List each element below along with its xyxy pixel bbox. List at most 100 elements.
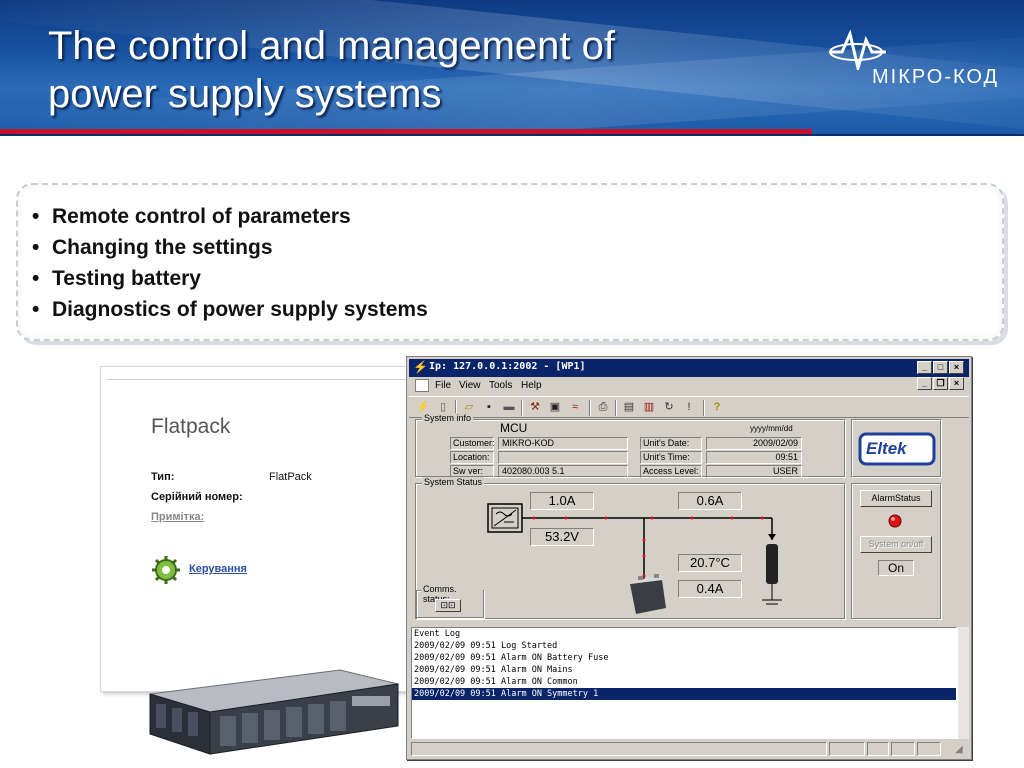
header-underline [0,134,1024,136]
customer-label: Customer: [450,437,495,450]
slide-title-line-1: The control and management of [48,24,616,68]
toolbar-separator [521,400,523,416]
lightning-icon: ⚡ [413,360,428,374]
access-level-label: Access Level: [640,465,702,478]
system-onoff-button[interactable]: System on/off [860,536,932,553]
units-time-field[interactable]: 09:51 [706,451,802,464]
document-icon[interactable] [415,379,429,392]
note-link[interactable]: Примітка: [151,511,204,523]
logo-text: МІКРО-КОД [872,66,1000,88]
bullet-item: • Diagnostics of power supply systems [32,298,428,321]
status-panel [867,742,889,756]
save-all-icon[interactable]: ▬ [501,400,517,415]
menu-view[interactable]: View [459,380,481,391]
load-current-field: 0.6A [678,492,742,510]
flatpack-web-panel: Flatpack Тип: FlatPack Серійний номер: П… [100,366,410,692]
battery-icon[interactable]: ▣ [547,400,563,415]
location-label: Location: [450,451,494,464]
event-log-row[interactable]: 2009/02/09 09:51 Alarm ON Common [412,676,956,688]
slide-header: The control and management of power supp… [0,0,1024,136]
location-field[interactable] [498,451,628,464]
alarm-status-button[interactable]: AlarmStatus [860,490,932,507]
event-log-row[interactable]: 2009/02/09 09:51 Alarm ON Battery Fuse [412,652,956,664]
window-title: Ip: 127.0.0.1:2002 - [WP1] [429,361,586,372]
customer-field[interactable]: MIKRO-KOD [498,437,628,450]
window-titlebar[interactable]: ⚡ Ip: 127.0.0.1:2002 - [WP1] _ □ × [409,359,969,377]
resize-grip-icon[interactable]: ◢ [955,744,963,755]
alarm-icon[interactable]: ! [681,400,697,415]
date-format-label: yyyy/mm/dd [750,424,793,433]
alarm-indicator-icon [888,514,902,528]
control-panel: AlarmStatus System on/off On [851,483,941,619]
toolbar-separator [703,400,705,416]
log-icon[interactable]: ▥ [641,400,657,415]
save-icon[interactable]: ▪ [481,400,497,415]
brand-panel: Eltek [851,419,941,477]
eltek-logo-text: Eltek [866,439,907,458]
bullet-box: • Remote control of parameters • Changing … [16,183,1004,341]
units-time-label: Unit's Time: [640,451,702,464]
page-icon[interactable]: ▤ [621,400,637,415]
flatpack-device-image [149,669,399,755]
access-level-field[interactable]: USER [706,465,802,478]
event-log-header: Event Log [414,629,461,639]
bullet-list: • Remote control of parameters • Changing … [32,201,428,325]
toolbar: ⚡ ▯ ▱ ▪ ▬ ⚒ ▣ ≈ ⎙ ▤ ▥ ↻ ! ? [409,396,969,418]
system-state-field: On [878,560,914,576]
mikro-kod-logo: МІКРО-КОД [828,30,1018,94]
comms-status-icon[interactable]: ⊡⊡ [435,599,461,612]
status-bar: ◢ [409,741,969,757]
event-log-row[interactable]: 2009/02/09 09:51 Alarm ON Mains [412,664,956,676]
comms-status-group: Comms. status: ⊡⊡ [416,584,484,618]
serial-label: Серійний номер: [151,491,243,503]
help-icon[interactable]: ? [709,400,725,415]
refresh-icon[interactable]: ↻ [661,400,677,415]
slide-title-line-2: power supply systems [48,72,442,116]
bullet-item: • Testing battery [32,267,201,290]
toolbar-separator [615,400,617,416]
menu-file[interactable]: File [435,380,451,391]
child-restore-button[interactable]: ❐ [933,377,948,390]
status-panel [411,742,827,756]
event-log-row[interactable]: 2009/02/09 09:51 Log Started [412,640,956,652]
system-status-group: System Status 1.0A 53.2V 0.6A 20.7°C 0.4… [415,477,845,619]
system-info-label: System info [422,413,474,423]
status-panel [891,742,915,756]
print-icon[interactable]: ⎙ [595,400,611,415]
child-minimize-button[interactable]: _ [917,377,932,390]
menu-help[interactable]: Help [521,380,542,391]
status-panel [829,742,865,756]
toolbar-separator [589,400,591,416]
bullet-item: • Changing the settings [32,236,273,259]
flatpack-title: Flatpack [151,415,231,438]
minimize-button[interactable]: _ [917,361,932,374]
swver-field[interactable]: 402080.003 5.1 [498,465,628,478]
type-label: Тип: [151,471,175,483]
close-button[interactable]: × [949,361,964,374]
rectifier-current-field: 1.0A [530,492,594,510]
event-log[interactable]: Event Log 2009/02/09 09:51 Log Started 2… [411,627,957,739]
divider [107,379,407,380]
units-date-label: Unit's Date: [640,437,702,450]
control-link[interactable]: Керування [189,563,247,575]
battery-temperature-field: 20.7°C [678,554,742,572]
rectifier-icon[interactable]: ≈ [567,400,583,415]
logo-wave-icon [829,30,886,70]
power-control-app-window: ⚡ Ip: 127.0.0.1:2002 - [WP1] _ □ × File … [406,356,972,760]
maximize-button[interactable]: □ [933,361,948,374]
slide-title: The control and management of power supp… [48,22,768,118]
child-close-button[interactable]: × [949,377,964,390]
system-info-group: System info MCU yyyy/mm/dd Customer: MIK… [415,413,845,478]
mcu-label: MCU [500,421,528,435]
units-date-field[interactable]: 2009/02/09 [706,437,802,450]
battery-current-field: 0.4A [678,580,742,598]
event-log-scrollbar[interactable] [957,627,969,739]
status-panel [917,742,941,756]
menu-tools[interactable]: Tools [489,380,512,391]
event-log-row-selected[interactable]: 2009/02/09 09:51 Alarm ON Symmetry 1 [412,688,956,700]
menu-bar: File View Tools Help _ ❐ × [409,377,969,395]
hammer-icon[interactable]: ⚒ [527,400,543,415]
system-voltage-field: 53.2V [530,528,594,546]
gear-icon[interactable] [151,555,181,585]
type-value: FlatPack [269,471,312,483]
